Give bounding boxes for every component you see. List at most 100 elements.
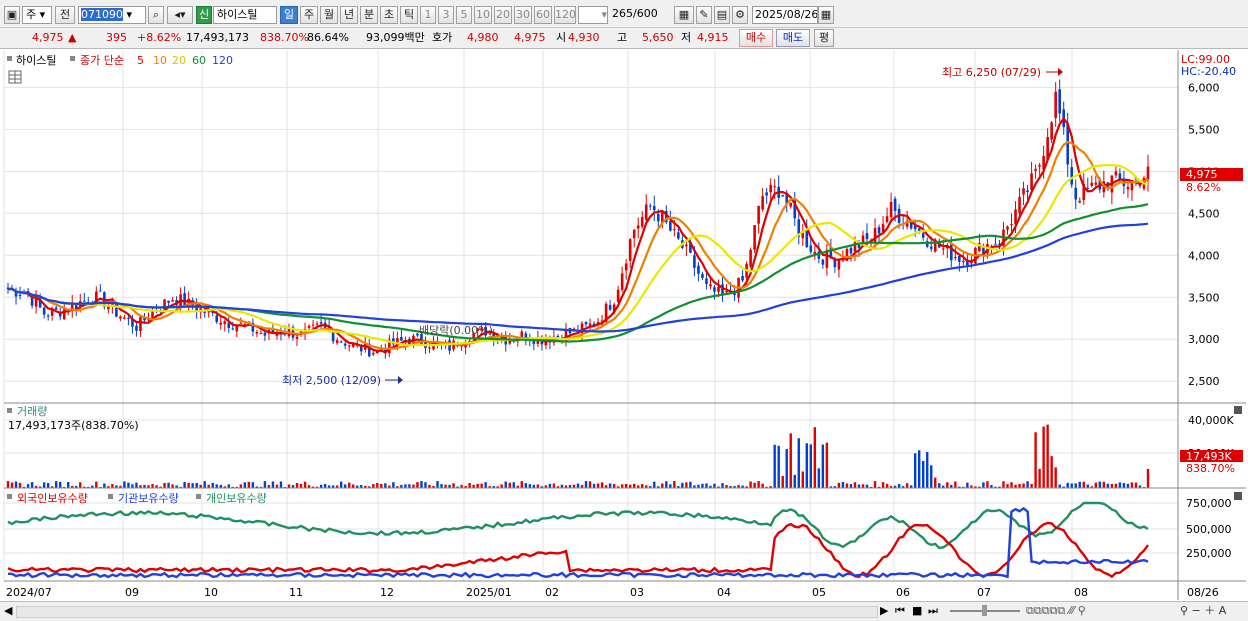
volume-bar (861, 484, 865, 488)
volume-bar (211, 482, 214, 488)
x-tick-label: 10 (204, 586, 218, 599)
rewind-icon[interactable]: ⏮ (895, 604, 905, 618)
current-pct-tag-text: 8.62% (1186, 181, 1221, 194)
volume-bar (701, 483, 704, 488)
volume-bar (917, 450, 921, 488)
zoom-controls-icon[interactable]: ⚲ − ＋ A (1180, 604, 1226, 618)
search-icon[interactable]: ⌕ (148, 6, 164, 24)
date-input[interactable]: 2025/08/26 (752, 6, 818, 24)
interval-60[interactable]: 60 (534, 6, 552, 24)
tab-day[interactable]: 일 (280, 6, 298, 24)
chart-icon[interactable]: ▣ (4, 6, 20, 24)
volume-bar (966, 482, 969, 488)
volume-bar (163, 482, 166, 488)
candle-body (713, 287, 716, 292)
panel-close-icon[interactable] (1234, 406, 1242, 414)
tab-second[interactable]: 초 (380, 6, 398, 24)
candle-body (99, 290, 102, 292)
tab-year[interactable]: 년 (340, 6, 358, 24)
eval-button[interactable]: 평 (814, 29, 834, 47)
stock-chart[interactable]: 2,5003,0003,5004,0004,5005,0005,5006,000… (0, 50, 1248, 602)
volume-bar (1026, 481, 1029, 488)
candle-body (1114, 171, 1118, 176)
y-tick-label: 5,500 (1188, 123, 1220, 136)
indicator-icon[interactable]: ▦ (674, 6, 694, 24)
candle-body (1010, 224, 1013, 226)
volume-bar (1018, 484, 1021, 488)
volume-title: 거래량 (17, 405, 47, 418)
scroll-left-icon[interactable]: ◀ (4, 604, 12, 618)
candle-body (428, 347, 431, 349)
tab-month[interactable]: 월 (320, 6, 338, 24)
candle-body (693, 255, 696, 268)
candle-body (259, 333, 263, 335)
holdings-y-tick: 500,000 (1186, 523, 1232, 536)
stop-icon[interactable]: ■ (912, 604, 922, 618)
candle-body (1070, 167, 1074, 185)
tab-minute[interactable]: 분 (360, 6, 378, 24)
forward-icon[interactable]: ⏭ (928, 604, 938, 618)
count-value: 265 (612, 7, 633, 20)
stock-code-input[interactable]: 071090 ▾ (78, 6, 146, 24)
x-tick-label: 04 (717, 586, 731, 599)
volume-bar (721, 483, 724, 488)
play-icon[interactable]: ▶ (880, 604, 888, 618)
interval-1[interactable]: 1 (420, 6, 436, 24)
prev-button[interactable]: 전 (55, 6, 75, 24)
tools-icon[interactable]: ✎ (696, 6, 712, 24)
zoom-slider-handle[interactable] (982, 605, 987, 616)
sell-button[interactable]: 매도 (776, 29, 810, 47)
volume-bar (171, 484, 174, 488)
panel-close-icon[interactable] (1234, 492, 1242, 500)
interval-3[interactable]: 3 (438, 6, 454, 24)
interval-120[interactable]: 120 (554, 6, 576, 24)
save-icon[interactable]: ▤ (714, 6, 730, 24)
candle-body (725, 291, 728, 293)
volume-bar (624, 483, 628, 488)
calendar-icon[interactable]: ▦ (818, 6, 834, 24)
candle-body (994, 243, 997, 245)
candle-body (448, 340, 451, 351)
volume-bar (576, 483, 580, 488)
volume-bar (247, 481, 251, 488)
period-type-select[interactable]: 주 ▾ (22, 6, 52, 24)
y-tick-label: 4,000 (1188, 249, 1220, 262)
volume-bar (384, 483, 387, 488)
candle-body (1126, 186, 1130, 190)
volume-bar (813, 427, 817, 488)
volume-bar (392, 482, 395, 488)
tab-week[interactable]: 주 (300, 6, 318, 24)
candle-body (171, 300, 174, 302)
volume-bar (323, 483, 327, 488)
stock-name-field[interactable]: 하이스틸 (213, 6, 277, 24)
volume-bar (1086, 484, 1089, 488)
interval-10[interactable]: 10 (474, 6, 492, 24)
candle-body (54, 307, 58, 310)
candle-body (311, 324, 315, 326)
volume-bar (982, 482, 985, 488)
buy-button[interactable]: 매수 (739, 29, 773, 47)
horizontal-scrollbar[interactable] (16, 606, 878, 618)
volume-bar (845, 483, 849, 488)
volume-bar (588, 481, 592, 488)
tab-tick[interactable]: 틱 (400, 6, 418, 24)
speaker-icon[interactable]: ◂▾ (167, 6, 193, 24)
volume-bar (484, 482, 487, 488)
interval-30[interactable]: 30 (514, 6, 532, 24)
volume-bar (1054, 467, 1057, 488)
volume-bar (339, 481, 343, 488)
volume-bar (673, 481, 676, 488)
x-tick-label: 03 (630, 586, 644, 599)
gear-icon[interactable]: ⚙ (732, 6, 748, 24)
interval-20[interactable]: 20 (494, 6, 512, 24)
interval-5[interactable]: 5 (456, 6, 472, 24)
volume-bar (1066, 482, 1069, 488)
volume-bar (480, 483, 483, 488)
layout-icons[interactable]: ⧉⧉⧉⧉⧉ ⁄⁄⁄ ⚲ (1026, 604, 1086, 618)
interval-custom-select[interactable]: ▾ (578, 6, 608, 24)
volume-bar (1118, 482, 1122, 488)
dividend-annotation: 배당락(0.00%) (419, 324, 493, 337)
current-price: 4,975 (32, 31, 64, 44)
volume-bar (1110, 483, 1114, 488)
candle-body (608, 305, 612, 310)
